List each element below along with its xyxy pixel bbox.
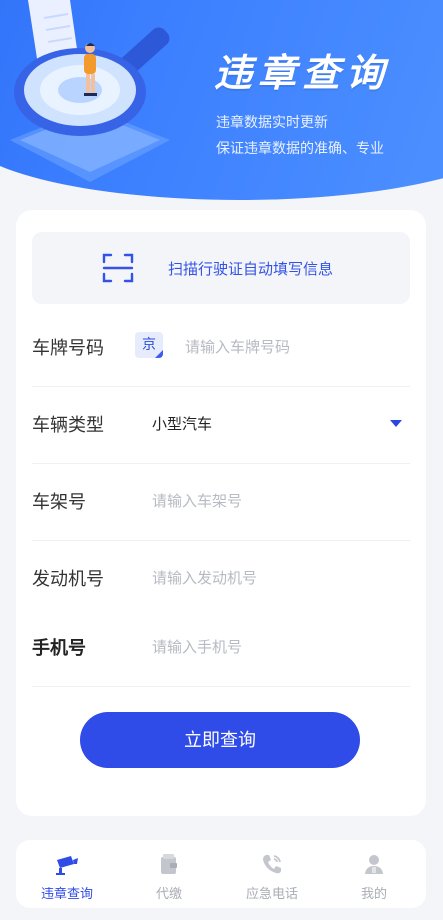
scan-license-button[interactable]: 扫描行驶证自动填写信息 xyxy=(32,232,410,304)
phone-input[interactable]: 请输入手机号 xyxy=(152,636,242,657)
engine-number-input[interactable]: 请输入发动机号 xyxy=(152,567,257,588)
query-form-card: 扫描行驶证自动填写信息 车牌号码 京 请输入车牌号码 车辆类型 小型汽车 车架号… xyxy=(16,210,426,816)
header-banner: 违章查询 违章数据实时更新 保证违章数据的准确、专业 xyxy=(0,0,443,200)
tab-label: 违章查询 xyxy=(40,887,93,902)
corner-triangle-icon xyxy=(155,350,163,358)
dropdown-arrow-icon[interactable] xyxy=(390,420,402,427)
magnifier-illustration xyxy=(10,0,170,182)
plate-prefix-value: 京 xyxy=(142,337,156,353)
tab-label: 应急电话 xyxy=(245,887,298,902)
plate-label: 车牌号码 xyxy=(32,338,104,359)
page-title: 违章查询 xyxy=(214,51,391,95)
scan-icon xyxy=(102,253,134,283)
scan-label: 扫描行驶证自动填写信息 xyxy=(168,260,334,278)
frame-number-label: 车架号 xyxy=(32,492,86,513)
phone-label: 手机号 xyxy=(32,638,86,659)
engine-number-label: 发动机号 xyxy=(32,569,104,590)
tab-emergency-phone[interactable]: 应急电话 xyxy=(221,840,323,908)
tab-mine[interactable]: 我的 xyxy=(323,840,425,908)
tab-payment[interactable]: 代缴 xyxy=(118,840,220,908)
camera-icon xyxy=(56,856,78,875)
tab-label: 代缴 xyxy=(155,887,182,902)
phone-row: 手机号 请输入手机号 xyxy=(32,610,410,687)
wallet-icon xyxy=(161,854,177,874)
phone-icon xyxy=(263,855,281,874)
engine-number-row: 发动机号 请输入发动机号 xyxy=(32,541,410,618)
frame-number-input[interactable]: 请输入车架号 xyxy=(152,490,242,511)
tab-label: 我的 xyxy=(360,887,387,902)
query-submit-button[interactable]: 立即查询 xyxy=(80,712,360,768)
plate-input[interactable]: 请输入车牌号码 xyxy=(185,336,290,357)
tab-violation-query[interactable]: 违章查询 xyxy=(16,840,118,908)
banner-subtitle-line1: 违章数据实时更新 xyxy=(216,115,328,131)
banner-subtitle-line2: 保证违章数据的准确、专业 xyxy=(216,141,384,157)
vehicle-type-value[interactable]: 小型汽车 xyxy=(152,413,212,434)
plate-prefix-select[interactable]: 京 xyxy=(135,332,163,358)
frame-number-row: 车架号 请输入车架号 xyxy=(32,464,410,541)
bottom-tab-bar: 违章查询 代缴 应急电话 我的 xyxy=(16,840,426,908)
plate-row: 车牌号码 京 请输入车牌号码 xyxy=(32,310,410,387)
vehicle-type-row[interactable]: 车辆类型 小型汽车 xyxy=(32,387,410,464)
user-icon xyxy=(365,855,383,874)
vehicle-type-label: 车辆类型 xyxy=(32,415,104,436)
